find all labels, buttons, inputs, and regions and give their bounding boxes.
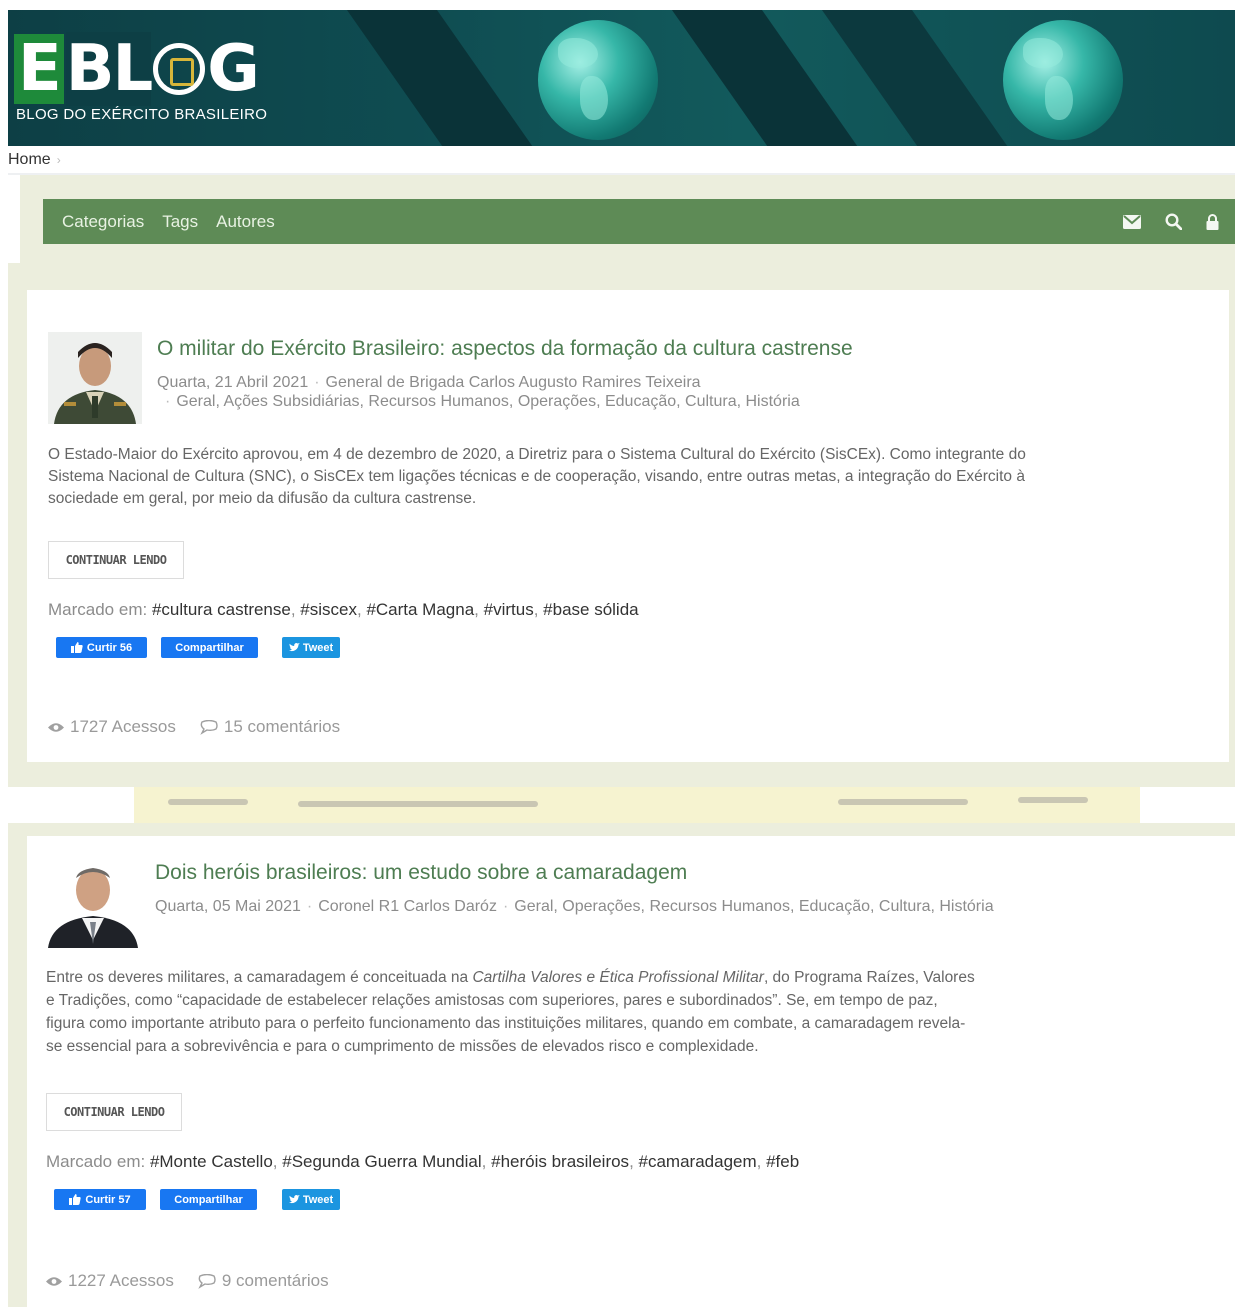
views-count: 1227 Acessos	[68, 1271, 174, 1290]
post-stats: 1227 Acessos 9 comentários	[46, 1271, 329, 1291]
thumbs-up-icon	[70, 642, 83, 653]
header-banner: E BL G BLOG DO EXÉRCITO BRASILEIRO	[8, 10, 1235, 146]
site-subtitle: BLOG DO EXÉRCITO BRASILEIRO	[16, 106, 268, 123]
twitter-bird-icon	[288, 1195, 300, 1204]
breadcrumb: Home ›	[8, 147, 1235, 176]
breadcrumb-home[interactable]: Home	[8, 151, 51, 168]
site-logo[interactable]: E BL G	[14, 32, 260, 106]
post-card: Dois heróis brasileiros: um estudo sobre…	[27, 836, 1235, 1307]
facebook-like-button[interactable]: Curtir 56	[56, 637, 147, 658]
post-date: Quarta, 21 Abril 2021	[157, 374, 309, 391]
tag-link[interactable]: #Segunda Guerra Mundial	[282, 1152, 481, 1171]
lock-icon[interactable]	[1206, 213, 1219, 230]
cartilha-reference: Cartilha Valores e Ética Profissional Mi…	[472, 969, 764, 986]
post-author[interactable]: General de Brigada Carlos Augusto Ramire…	[326, 374, 701, 391]
continue-reading-button[interactable]: CONTINUAR LENDO	[48, 541, 184, 579]
army-seal-icon	[153, 43, 206, 95]
globe-icon	[538, 20, 658, 140]
nav-icons	[1123, 213, 1219, 230]
tag-link[interactable]: #camaradagem	[639, 1152, 757, 1171]
continue-reading-button[interactable]: CONTINUAR LENDO	[46, 1093, 182, 1131]
nav-categorias[interactable]: Categorias	[62, 212, 144, 232]
envelope-icon[interactable]	[1123, 214, 1141, 229]
banner-stripe	[332, 10, 564, 146]
twitter-bird-icon	[288, 643, 300, 652]
facebook-share-button[interactable]: Compartilhar	[161, 637, 258, 658]
comment-icon	[198, 1273, 216, 1289]
post-date: Quarta, 05 Mai 2021	[155, 898, 301, 915]
post-excerpt: Entre os deveres militares, a camaradage…	[46, 969, 975, 1055]
views-count: 1727 Acessos	[70, 717, 176, 736]
facebook-like-button[interactable]: Curtir 57	[54, 1189, 146, 1210]
post-tags: Marcado em: #Monte Castello, #Segunda Gu…	[46, 1152, 800, 1171]
post-card: O militar do Exército Brasileiro: aspect…	[27, 290, 1229, 762]
post-categories-row: · Geral, Ações Subsidiárias, Recursos Hum…	[165, 393, 800, 410]
tag-link[interactable]: #base sólida	[543, 600, 638, 619]
comments-count[interactable]: 15 comentários	[224, 717, 340, 737]
logo-g: G	[207, 32, 260, 106]
post-excerpt: O Estado-Maior do Exército aprovou, em 4…	[48, 446, 1026, 507]
author-avatar[interactable]	[48, 332, 142, 424]
main-navbar: Categorias Tags Autores	[43, 199, 1235, 244]
post-stats: 1727 Acessos 15 comentários	[48, 717, 340, 737]
divider-band	[8, 787, 1235, 823]
tag-link[interactable]: #heróis brasileiros	[491, 1152, 629, 1171]
post-meta: Quarta, 21 Abril 2021 · General de Brigada…	[157, 374, 701, 391]
tag-link[interactable]: #Carta Magna	[366, 600, 474, 619]
tweet-button[interactable]: Tweet	[282, 637, 340, 658]
thumbs-up-icon	[69, 1194, 82, 1205]
globe-icon	[1003, 20, 1123, 140]
author-avatar[interactable]	[46, 856, 140, 948]
tag-link[interactable]: #virtus	[484, 600, 534, 619]
comments-count[interactable]: 9 comentários	[222, 1271, 329, 1291]
breadcrumb-separator: ›	[56, 153, 61, 167]
post-categories[interactable]: Geral, Operações, Recursos Humanos, Educ…	[514, 898, 993, 915]
post-title[interactable]: Dois heróis brasileiros: um estudo sobre…	[155, 861, 687, 885]
facebook-share-button[interactable]: Compartilhar	[160, 1189, 257, 1210]
post-categories[interactable]: Geral, Ações Subsidiárias, Recursos Huma…	[176, 393, 799, 410]
eye-icon	[46, 1276, 62, 1286]
search-icon[interactable]	[1165, 213, 1182, 230]
nav-autores[interactable]: Autores	[216, 212, 275, 232]
tag-link[interactable]: #siscex	[300, 600, 357, 619]
tag-link[interactable]: #cultura castrense	[152, 600, 291, 619]
tweet-button[interactable]: Tweet	[282, 1189, 340, 1210]
nav-tags[interactable]: Tags	[162, 212, 198, 232]
comment-icon	[200, 719, 218, 735]
eye-icon	[48, 722, 64, 732]
logo-e-block: E	[14, 34, 64, 104]
logo-b-block: BL	[65, 32, 153, 106]
tag-link[interactable]: #feb	[766, 1152, 799, 1171]
tag-link[interactable]: #Monte Castello	[150, 1152, 273, 1171]
post-meta: Quarta, 05 Mai 2021 · Coronel R1 Carlos Da…	[155, 898, 994, 915]
post-tags: Marcado em: #cultura castrense, #siscex,…	[48, 600, 639, 619]
post-author[interactable]: Coronel R1 Carlos Daróz	[318, 898, 497, 915]
post-title[interactable]: O militar do Exército Brasileiro: aspect…	[157, 337, 853, 361]
